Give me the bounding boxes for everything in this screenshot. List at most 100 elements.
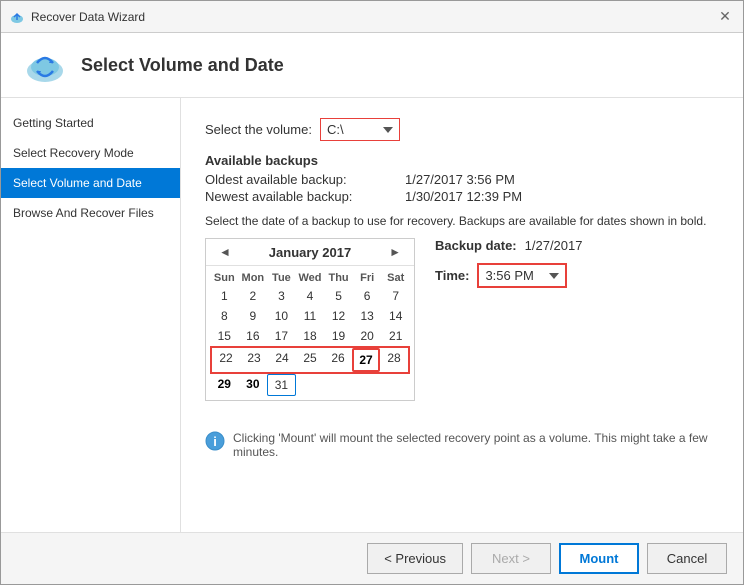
cal-day-25[interactable]: 25 (296, 348, 324, 372)
main-content: Select the volume: C:\ D:\ E:\ Available… (181, 98, 743, 532)
cal-day-10[interactable]: 10 (267, 306, 296, 326)
wizard-icon (21, 45, 69, 85)
day-header-fri: Fri (353, 270, 382, 286)
sidebar-item-select-recovery-mode[interactable]: Select Recovery Mode (1, 138, 180, 168)
cal-day-22[interactable]: 22 (212, 348, 240, 372)
cal-day-14[interactable]: 14 (381, 306, 410, 326)
sidebar: Getting Started Select Recovery Mode Sel… (1, 98, 181, 532)
info-text: Clicking 'Mount' will mount the selected… (233, 431, 719, 459)
cal-day-17[interactable]: 17 (267, 326, 296, 346)
calendar-next-button[interactable]: ► (384, 243, 406, 261)
next-button[interactable]: Next > (471, 543, 551, 574)
cal-day-24[interactable]: 24 (268, 348, 296, 372)
footer: < Previous Next > Mount Cancel (1, 532, 743, 584)
backup-date-value: 1/27/2017 (525, 238, 583, 253)
cal-day-7[interactable]: 7 (381, 286, 410, 306)
main-window: Recover Data Wizard ✕ Select Volume and … (0, 0, 744, 585)
volume-select[interactable]: C:\ D:\ E:\ (320, 118, 400, 141)
cal-day-13[interactable]: 13 (353, 306, 382, 326)
date-time-section: Backup date: 1/27/2017 Time: 3:56 PM 12:… (435, 238, 582, 288)
calendar-day-headers: Sun Mon Tue Wed Thu Fri Sat (210, 270, 410, 286)
cal-day-23[interactable]: 23 (240, 348, 268, 372)
calendar: ◄ January 2017 ► Sun Mon Tue Wed Thu Fri (205, 238, 415, 401)
previous-button[interactable]: < Previous (367, 543, 463, 574)
app-icon (9, 9, 25, 25)
calendar-week-5: 29 30 31 (210, 374, 410, 396)
cancel-button[interactable]: Cancel (647, 543, 727, 574)
calendar-grid: Sun Mon Tue Wed Thu Fri Sat 1 2 3 (206, 266, 414, 400)
cal-day-18[interactable]: 18 (296, 326, 325, 346)
calendar-week-2: 8 9 10 11 12 13 14 (210, 306, 410, 326)
cal-day-8[interactable]: 8 (210, 306, 239, 326)
page-title: Select Volume and Date (81, 55, 284, 76)
backup-info-title: Available backups (205, 153, 719, 168)
window-title: Recover Data Wizard (31, 10, 145, 24)
cal-day-28[interactable]: 28 (380, 348, 408, 372)
cal-day-21[interactable]: 21 (381, 326, 410, 346)
newest-backup-row: Newest available backup: 1/30/2017 12:39… (205, 189, 719, 204)
cal-day-3[interactable]: 3 (267, 286, 296, 306)
cal-day-empty-2 (324, 374, 353, 396)
cal-day-2[interactable]: 2 (239, 286, 268, 306)
cal-day-1[interactable]: 1 (210, 286, 239, 306)
page-header: Select Volume and Date (1, 33, 743, 98)
volume-row: Select the volume: C:\ D:\ E:\ (205, 118, 719, 141)
cal-day-4[interactable]: 4 (296, 286, 325, 306)
close-button[interactable]: ✕ (715, 7, 735, 27)
time-row: Time: 3:56 PM 12:39 PM (435, 263, 582, 288)
cal-day-12[interactable]: 12 (324, 306, 353, 326)
svg-text:i: i (213, 434, 217, 449)
oldest-backup-row: Oldest available backup: 1/27/2017 3:56 … (205, 172, 719, 187)
cal-day-16[interactable]: 16 (239, 326, 268, 346)
calendar-header: ◄ January 2017 ► (206, 239, 414, 266)
cal-day-empty-4 (381, 374, 410, 396)
info-icon: i (205, 431, 225, 451)
cal-day-31[interactable]: 31 (267, 374, 296, 396)
calendar-week-4-highlighted: 22 23 24 25 26 27 28 (210, 346, 410, 374)
sidebar-item-getting-started[interactable]: Getting Started (1, 108, 180, 138)
day-header-sat: Sat (381, 270, 410, 286)
calendar-week-1: 1 2 3 4 5 6 7 (210, 286, 410, 306)
cal-day-29[interactable]: 29 (210, 374, 239, 396)
sidebar-item-browse-recover-files[interactable]: Browse And Recover Files (1, 198, 180, 228)
cal-day-5[interactable]: 5 (324, 286, 353, 306)
cal-day-empty-1 (296, 374, 325, 396)
newest-value: 1/30/2017 12:39 PM (405, 189, 522, 204)
body: Getting Started Select Recovery Mode Sel… (1, 98, 743, 532)
calendar-week-3: 15 16 17 18 19 20 21 (210, 326, 410, 346)
title-bar-left: Recover Data Wizard (9, 9, 145, 25)
title-bar: Recover Data Wizard ✕ (1, 1, 743, 33)
day-header-wed: Wed (296, 270, 325, 286)
backup-date-row: Backup date: 1/27/2017 (435, 238, 582, 253)
mount-button[interactable]: Mount (559, 543, 639, 574)
select-date-text: Select the date of a backup to use for r… (205, 214, 706, 228)
cal-day-20[interactable]: 20 (353, 326, 382, 346)
calendar-section: ◄ January 2017 ► Sun Mon Tue Wed Thu Fri (205, 238, 719, 401)
time-label: Time: (435, 268, 469, 283)
backup-info: Available backups Oldest available backu… (205, 153, 719, 204)
day-header-thu: Thu (324, 270, 353, 286)
cal-day-empty-3 (353, 374, 382, 396)
cal-day-9[interactable]: 9 (239, 306, 268, 326)
select-date-instruction: Select the date of a backup to use for r… (205, 214, 719, 228)
day-header-sun: Sun (210, 270, 239, 286)
calendar-month-year: January 2017 (269, 245, 351, 260)
cal-day-15[interactable]: 15 (210, 326, 239, 346)
cal-day-11[interactable]: 11 (296, 306, 325, 326)
day-header-mon: Mon (239, 270, 268, 286)
newest-label: Newest available backup: (205, 189, 405, 204)
volume-label: Select the volume: (205, 122, 312, 137)
cal-day-30[interactable]: 30 (239, 374, 268, 396)
day-header-tue: Tue (267, 270, 296, 286)
info-box: i Clicking 'Mount' will mount the select… (205, 421, 719, 469)
cal-day-26[interactable]: 26 (324, 348, 352, 372)
calendar-prev-button[interactable]: ◄ (214, 243, 236, 261)
sidebar-item-select-volume-date[interactable]: Select Volume and Date (1, 168, 180, 198)
cal-day-6[interactable]: 6 (353, 286, 382, 306)
cal-day-19[interactable]: 19 (324, 326, 353, 346)
backup-date-label: Backup date: (435, 238, 517, 253)
oldest-value: 1/27/2017 3:56 PM (405, 172, 515, 187)
cal-day-27-selected[interactable]: 27 (352, 348, 380, 372)
time-select[interactable]: 3:56 PM 12:39 PM (477, 263, 567, 288)
oldest-label: Oldest available backup: (205, 172, 405, 187)
